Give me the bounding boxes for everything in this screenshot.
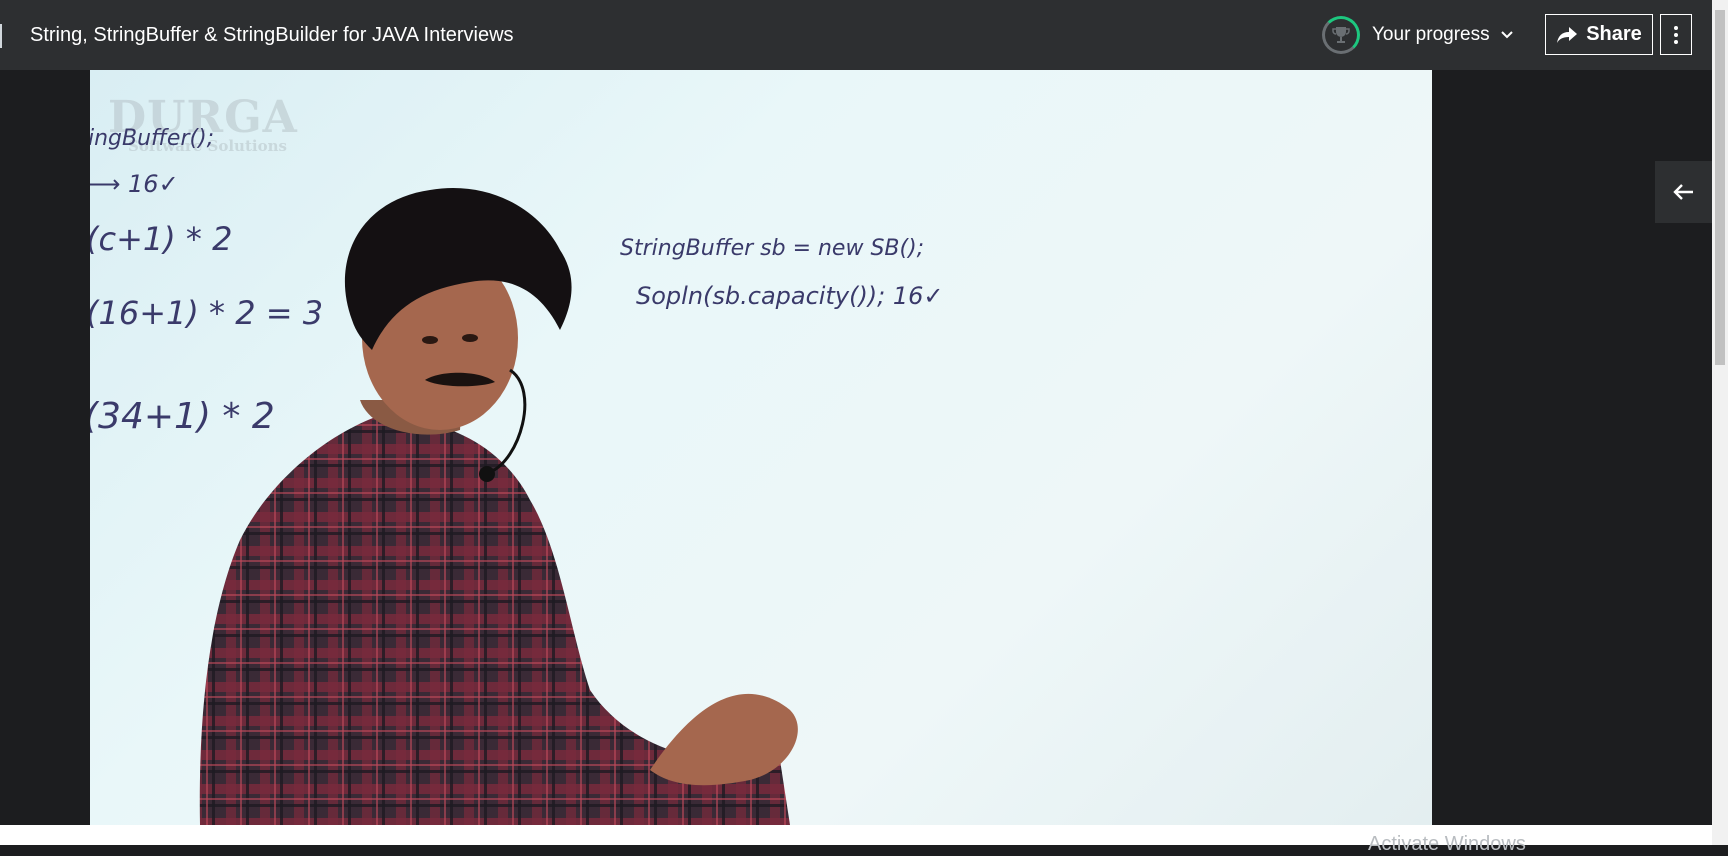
vertical-ellipsis-dot [1674, 32, 1678, 37]
share-button[interactable]: Share [1545, 14, 1653, 55]
progress-ring [1322, 16, 1360, 54]
progress-dropdown[interactable]: Your progress [1322, 13, 1514, 57]
trophy-icon [1332, 27, 1350, 43]
lecture-stage: DURGA Software Solutions ingBuffer(); ⟶ … [0, 70, 1712, 825]
arrow-left-icon [1672, 184, 1693, 200]
course-header: String, StringBuffer & StringBuilder for… [0, 0, 1712, 70]
bottom-page-area: Activate Windows [0, 825, 1712, 855]
vertical-ellipsis-dot [1674, 39, 1678, 44]
course-title: String, StringBuffer & StringBuilder for… [30, 24, 514, 46]
chevron-down-icon [1500, 30, 1514, 40]
vertical-ellipsis-icon [1674, 25, 1678, 30]
video-player[interactable]: DURGA Software Solutions ingBuffer(); ⟶ … [90, 70, 1432, 825]
scrollbar-thumb[interactable] [1715, 10, 1725, 365]
more-options-button[interactable] [1660, 14, 1692, 55]
progress-label: Your progress [1372, 24, 1490, 45]
instructor-figure [199, 188, 798, 825]
sidebar-toggle-button[interactable] [1655, 161, 1712, 223]
page-scrollbar[interactable] [1712, 0, 1728, 845]
header-left-edge [0, 24, 2, 48]
share-label: Share [1586, 23, 1642, 45]
share-arrow-icon [1557, 26, 1578, 43]
